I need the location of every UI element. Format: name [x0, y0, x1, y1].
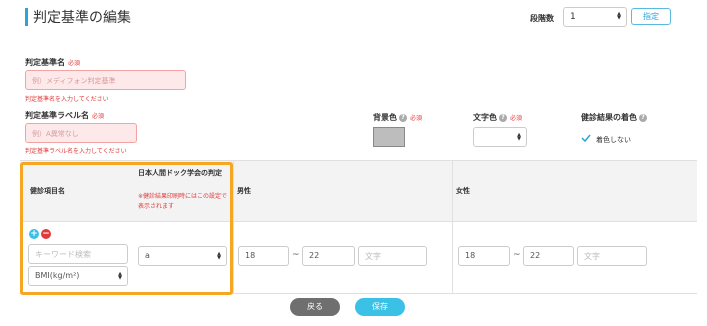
male-text-input[interactable]: 文字 [358, 246, 427, 266]
criteria-label-name-placeholder: 例）A異常なし [32, 130, 79, 138]
highlight-frame [20, 162, 233, 295]
male-max-input[interactable]: 22 [302, 246, 355, 266]
required-badge: 必須 [92, 113, 105, 120]
criteria-label-name-label: 判定基準ラベル名 必須 [25, 110, 104, 121]
help-icon[interactable]: ? [499, 113, 507, 122]
criteria-label-name-input[interactable]: 例）A異常なし [25, 123, 137, 143]
title-accent-bar [25, 8, 28, 26]
male-min-input[interactable]: 18 [238, 246, 289, 266]
criteria-name-placeholder: 例）メディフォン判定基準 [32, 77, 116, 85]
female-max-value: 22 [530, 251, 541, 260]
level-count-label: 段階数 [530, 14, 554, 23]
range-tilde: ~ [513, 250, 521, 260]
result-color-label: 健診結果の着色? [581, 112, 647, 123]
range-tilde: ~ [292, 250, 300, 260]
page-title: 判定基準の編集 [33, 10, 131, 26]
criteria-label-name-label-text: 判定基準ラベル名 [25, 111, 89, 120]
text-color-label-text: 文字色 [473, 113, 497, 122]
female-min-input[interactable]: 18 [458, 246, 510, 266]
level-count-value: 1 [570, 12, 576, 22]
help-icon[interactable]: ? [639, 113, 647, 122]
header-female: 女性 [456, 187, 470, 195]
criteria-name-error: 判定基準名を入力してください [25, 96, 109, 103]
updown-icon: ▲ ▼ [517, 132, 521, 142]
save-button[interactable]: 保存 [355, 298, 405, 316]
criteria-name-label-text: 判定基準名 [25, 58, 65, 67]
female-text-placeholder: 文字 [584, 252, 600, 261]
criteria-label-name-error: 判定基準ラベル名を入力してください [25, 148, 127, 155]
help-icon[interactable]: ? [399, 113, 407, 122]
criteria-name-label: 判定基準名 必須 [25, 57, 80, 68]
header-male: 男性 [237, 187, 251, 195]
female-max-input[interactable]: 22 [523, 246, 574, 266]
required-badge: 必須 [68, 60, 81, 67]
bg-color-label-text: 背景色 [373, 113, 397, 122]
result-color-label-text: 健診結果の着色 [581, 113, 637, 122]
required-badge: 必須 [410, 115, 423, 122]
text-color-label: 文字色? 必須 [473, 112, 522, 123]
male-min-value: 18 [245, 251, 256, 260]
updown-icon: ▲ ▼ [617, 11, 621, 21]
female-text-input[interactable]: 文字 [577, 246, 647, 266]
specify-button[interactable]: 指定 [631, 8, 671, 25]
bg-color-label: 背景色? 必須 [373, 112, 422, 123]
bg-color-picker[interactable] [373, 127, 405, 147]
no-coloring-checkbox-label[interactable]: 着色しない [596, 135, 631, 145]
check-icon[interactable] [581, 134, 591, 142]
required-badge: 必須 [510, 115, 523, 122]
level-count-select[interactable]: 1 ▲ ▼ [563, 7, 627, 27]
male-max-value: 22 [309, 251, 320, 260]
criteria-name-input[interactable]: 例）メディフォン判定基準 [25, 70, 186, 90]
female-min-value: 18 [465, 251, 476, 260]
back-button[interactable]: 戻る [290, 298, 340, 316]
text-color-select[interactable]: ▲ ▼ [473, 127, 527, 147]
male-text-placeholder: 文字 [365, 252, 381, 261]
